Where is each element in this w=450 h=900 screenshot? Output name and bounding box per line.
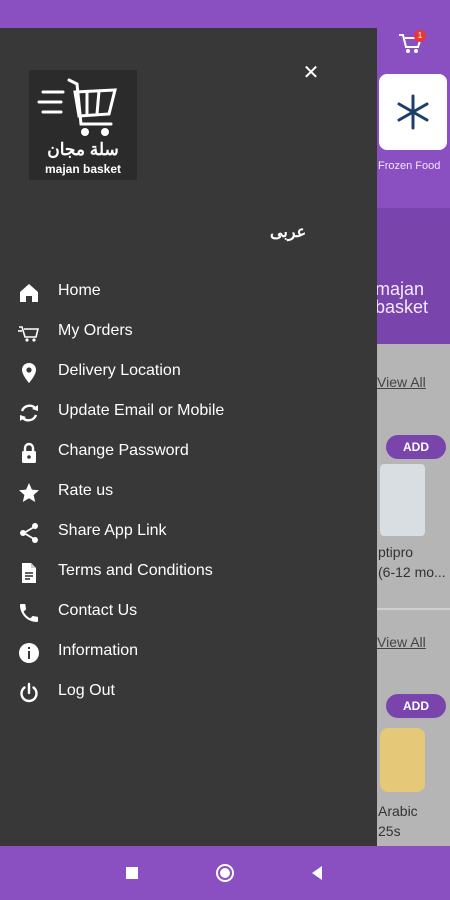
menu-item-label: Terms and Conditions <box>58 562 213 579</box>
back-icon[interactable] <box>306 862 328 884</box>
menu-item-share-app[interactable]: Share App Link <box>0 512 377 552</box>
category-card-frozen-food[interactable] <box>379 74 447 150</box>
menu-item-label: Update Email or Mobile <box>58 402 225 419</box>
home-icon <box>20 284 38 302</box>
menu-item-label: Information <box>58 642 139 659</box>
menu-item-my-orders[interactable]: My Orders <box>0 312 377 352</box>
logo-text-english: majan basket <box>44 162 122 176</box>
product-name: ptipro <box>378 544 414 560</box>
divider <box>377 608 450 610</box>
system-navigation-bar <box>0 846 450 900</box>
home-circle-icon[interactable] <box>214 862 236 884</box>
category-label: Frozen Food <box>378 160 441 172</box>
sync-icon <box>20 404 38 422</box>
product-image <box>380 464 425 536</box>
share-icon <box>20 523 38 543</box>
menu-item-label: Rate us <box>58 482 114 499</box>
menu-item-label: My Orders <box>58 322 133 339</box>
product-name: (6-12 mo... <box>378 564 446 580</box>
menu-item-label: Log Out <box>58 682 115 699</box>
cart-count-badge: 1 <box>414 30 426 42</box>
status-bar <box>0 0 450 28</box>
document-icon <box>22 563 36 583</box>
add-button[interactable]: ADD <box>386 435 446 459</box>
recents-icon[interactable] <box>121 862 143 884</box>
product-name: Arabic <box>378 803 418 819</box>
banner-text: majan basket <box>375 279 429 317</box>
menu-item-label: Share App Link <box>58 522 167 539</box>
location-pin-icon <box>22 363 36 383</box>
menu-item-terms[interactable]: Terms and Conditions <box>0 552 377 592</box>
menu-item-rate-us[interactable]: Rate us <box>0 472 377 512</box>
product-image <box>380 728 425 792</box>
phone-icon <box>20 604 38 622</box>
menu-item-label: Contact Us <box>58 602 138 619</box>
view-all-link[interactable]: View All <box>377 374 426 390</box>
menu-item-update-email[interactable]: Update Email or Mobile <box>0 392 377 432</box>
product-name: 25s <box>378 823 401 839</box>
menu-item-label: Home <box>58 282 101 299</box>
drawer-menu: Home My Orders Delivery Location Update … <box>0 272 377 712</box>
close-icon[interactable]: ✕ <box>301 62 321 84</box>
logo-text-arabic: سلة مجان <box>47 140 119 159</box>
cart-icon <box>18 326 40 342</box>
promo-banner[interactable] <box>377 208 450 344</box>
add-button[interactable]: ADD <box>386 694 446 718</box>
power-icon <box>20 682 38 703</box>
menu-item-change-password[interactable]: Change Password <box>0 432 377 472</box>
menu-item-label: Delivery Location <box>58 362 181 379</box>
menu-item-delivery-location[interactable]: Delivery Location <box>0 352 377 392</box>
menu-item-contact-us[interactable]: Contact Us <box>0 592 377 632</box>
star-icon <box>19 483 39 502</box>
view-all-link[interactable]: View All <box>377 634 426 650</box>
info-icon <box>19 643 39 663</box>
menu-item-information[interactable]: Information <box>0 632 377 672</box>
majan-basket-logo: سلة مجان majan basket <box>29 70 137 180</box>
snowflake-icon <box>397 94 429 130</box>
lock-icon <box>22 442 36 463</box>
menu-item-log-out[interactable]: Log Out <box>0 672 377 712</box>
menu-item-home[interactable]: Home <box>0 272 377 312</box>
menu-item-label: Change Password <box>58 442 189 459</box>
language-toggle[interactable]: عربى <box>270 222 306 242</box>
navigation-drawer: سلة مجان majan basket ✕ عربى Home My Ord… <box>0 28 377 846</box>
